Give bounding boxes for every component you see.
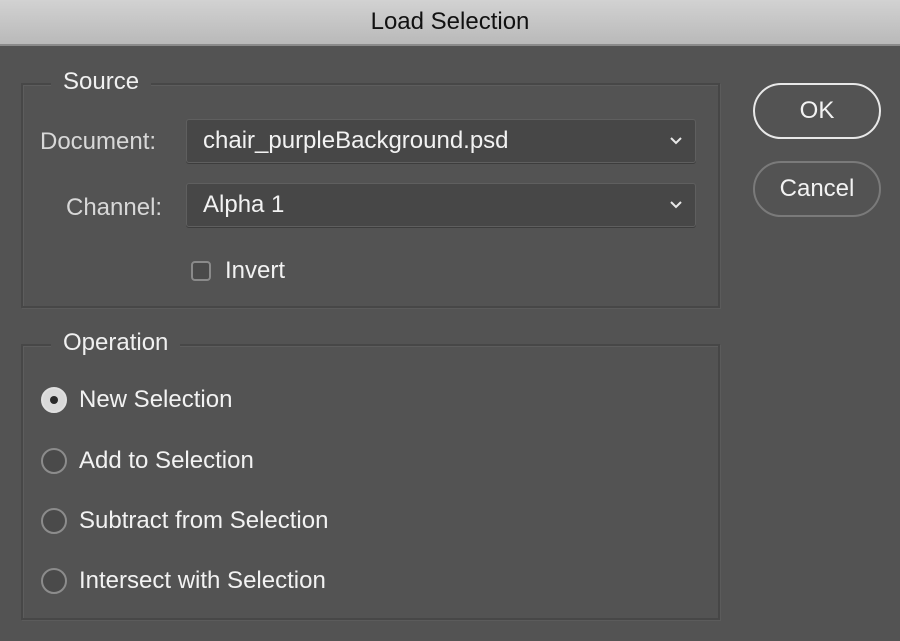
radio-new-selection[interactable]: New Selection xyxy=(41,386,232,414)
radio-label: Intersect with Selection xyxy=(79,567,326,594)
radio-label: Add to Selection xyxy=(79,447,254,474)
channel-label: Channel: xyxy=(66,194,163,221)
radio-add-to-selection[interactable]: Add to Selection xyxy=(41,447,254,475)
cancel-button[interactable]: Cancel xyxy=(753,161,881,217)
document-value: chair_purpleBackground.psd xyxy=(203,127,509,154)
invert-checkbox[interactable] xyxy=(191,261,211,281)
channel-value: Alpha 1 xyxy=(203,191,285,218)
ok-button[interactable]: OK xyxy=(753,83,881,139)
window-title: Load Selection xyxy=(370,8,530,35)
title-bar: Load Selection xyxy=(0,0,900,46)
document-label: Document: xyxy=(40,128,157,155)
chevron-down-icon xyxy=(670,137,682,145)
radio-intersect-with-selection[interactable]: Intersect with Selection xyxy=(41,567,326,595)
radio-button[interactable] xyxy=(41,448,67,474)
source-legend: Source xyxy=(51,68,152,96)
radio-button[interactable] xyxy=(41,508,67,534)
document-select[interactable]: chair_purpleBackground.psd xyxy=(186,119,696,163)
invert-checkbox-row[interactable]: Invert xyxy=(191,257,285,285)
radio-button[interactable] xyxy=(41,568,67,594)
radio-subtract-from-selection[interactable]: Subtract from Selection xyxy=(41,507,328,535)
chevron-down-icon xyxy=(670,201,682,209)
invert-label: Invert xyxy=(225,257,286,284)
radio-button[interactable] xyxy=(41,387,67,413)
channel-select[interactable]: Alpha 1 xyxy=(186,183,696,227)
radio-label: Subtract from Selection xyxy=(79,507,329,534)
operation-legend: Operation xyxy=(51,329,181,357)
radio-label: New Selection xyxy=(79,386,233,413)
source-group: Source Document: chair_purpleBackground.… xyxy=(21,68,720,308)
operation-group: Operation New Selection Add to Selection… xyxy=(21,329,720,620)
